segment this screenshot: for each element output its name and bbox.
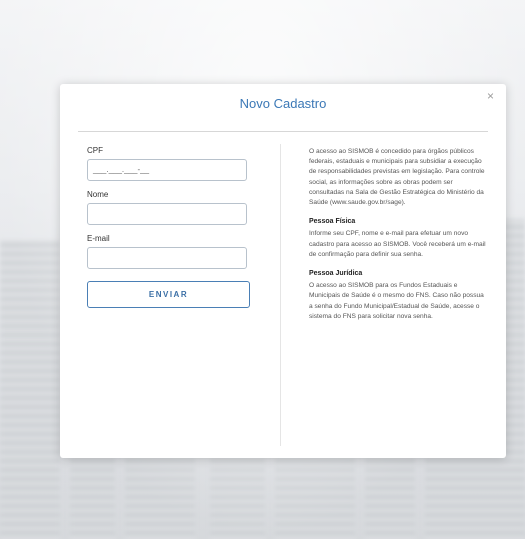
info-panel: O acesso ao SISMOB é concedido para órgã… (309, 147, 489, 331)
registration-form: CPF ___.___.___-__ Nome E-mail ENVIAR (87, 146, 250, 308)
modal-title: Novo Cadastro (239, 96, 327, 111)
pessoa-fisica-text: Informe seu CPF, nome e e-mail para efet… (309, 230, 486, 258)
title-divider (78, 131, 488, 132)
pessoa-juridica-text: O acesso ao SISMOB para os Fundos Estadu… (309, 282, 484, 320)
pessoa-juridica-heading: Pessoa Jurídica (309, 270, 363, 278)
column-divider (280, 144, 281, 446)
enviar-button[interactable]: ENVIAR (87, 281, 250, 308)
email-label: E-mail (87, 234, 110, 243)
nome-input[interactable] (87, 203, 247, 225)
pessoa-fisica-heading: Pessoa Física (309, 218, 356, 226)
nome-label: Nome (87, 190, 109, 199)
intro-text: O acesso ao SISMOB é concedido para órgã… (309, 148, 485, 207)
email-input[interactable] (87, 247, 247, 269)
new-registration-modal: × Novo Cadastro CPF ___.___.___-__ Nome … (60, 84, 506, 458)
cpf-input[interactable]: ___.___.___-__ (87, 159, 247, 181)
cpf-label: CPF (87, 146, 103, 155)
